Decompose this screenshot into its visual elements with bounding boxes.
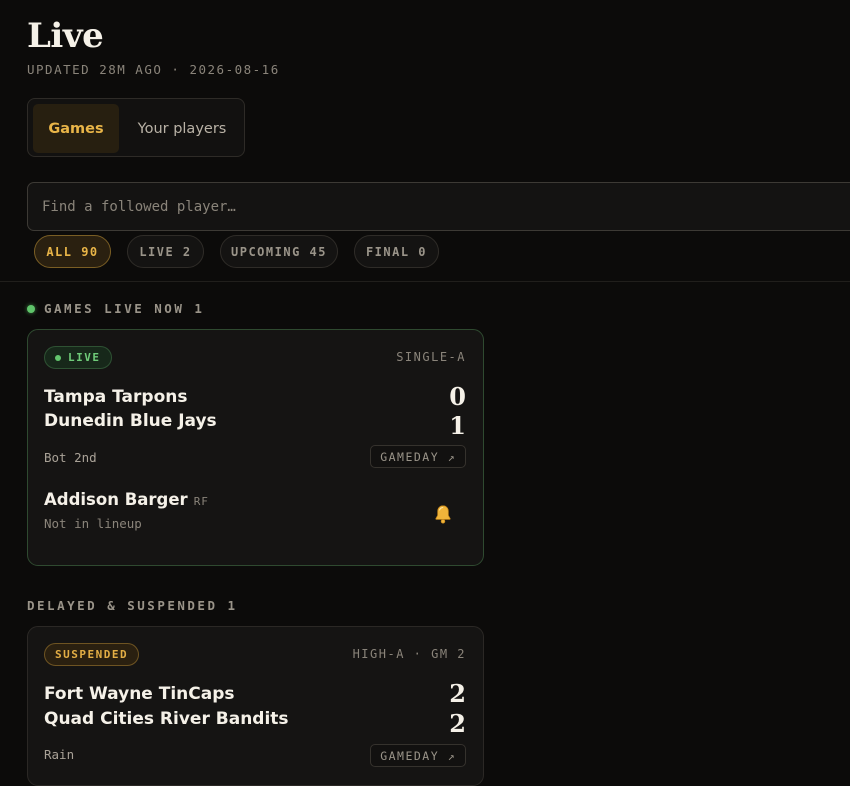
- section-header-delayed-label: DELAYED & SUSPENDED 1: [27, 598, 238, 613]
- gameday-button[interactable]: GAMEDAY ↗: [370, 744, 466, 767]
- game-card-suspended[interactable]: SUSPENDED HIGH-A · GM 2 Fort Wayne TinCa…: [27, 626, 484, 786]
- section-header-delayed: DELAYED & SUSPENDED 1: [27, 598, 238, 613]
- updated-timestamp: UPDATED 28M AGO · 2026-08-16: [27, 62, 280, 77]
- inning-status: Bot 2nd: [44, 450, 97, 465]
- inning-status: Rain: [44, 747, 75, 762]
- home-team-name: Dunedin Blue Jays: [44, 411, 217, 431]
- filter-chip-final[interactable]: FINAL 0: [354, 235, 439, 268]
- page-title: Live: [27, 16, 104, 56]
- away-team-score: 0: [449, 382, 466, 411]
- section-header-live-label: GAMES LIVE NOW 1: [44, 301, 205, 316]
- filter-chip-live[interactable]: LIVE 2: [127, 235, 204, 268]
- away-team-name: Tampa Tarpons: [44, 387, 188, 407]
- followed-player-name: Addison Barger RF: [44, 490, 209, 509]
- search-input[interactable]: [27, 182, 850, 231]
- player-position: RF: [193, 495, 209, 508]
- bell-icon[interactable]: [432, 503, 454, 525]
- status-badge: LIVE: [44, 346, 112, 369]
- section-header-live: GAMES LIVE NOW 1: [27, 301, 204, 316]
- game-level: HIGH-A · GM 2: [352, 647, 466, 661]
- live-dot-icon: [55, 354, 61, 361]
- status-badge-label: SUSPENDED: [55, 648, 129, 661]
- game-card-live[interactable]: LIVE SINGLE-A Tampa Tarpons 0 Dunedin Bl…: [27, 329, 484, 566]
- home-team-score: 1: [449, 411, 466, 440]
- live-dot-icon: [27, 304, 35, 313]
- status-badge-label: LIVE: [68, 351, 101, 364]
- away-team-score: 2: [449, 679, 466, 708]
- game-level: SINGLE-A: [396, 350, 466, 364]
- away-team-name: Fort Wayne TinCaps: [44, 684, 235, 704]
- tab-games[interactable]: Games: [33, 104, 119, 153]
- gameday-button[interactable]: GAMEDAY ↗: [370, 445, 466, 468]
- tab-your-players[interactable]: Your players: [128, 104, 236, 153]
- home-team-score: 2: [449, 709, 466, 738]
- filter-chip-all[interactable]: ALL 90: [34, 235, 111, 268]
- divider: [0, 281, 850, 282]
- player-name-text: Addison Barger: [44, 490, 188, 509]
- home-team-name: Quad Cities River Bandits: [44, 709, 289, 729]
- filter-chip-upcoming[interactable]: UPCOMING 45: [220, 235, 338, 268]
- view-tabs: Games Your players: [27, 98, 245, 157]
- player-lineup-status: Not in lineup: [44, 516, 142, 531]
- status-badge: SUSPENDED: [44, 643, 140, 666]
